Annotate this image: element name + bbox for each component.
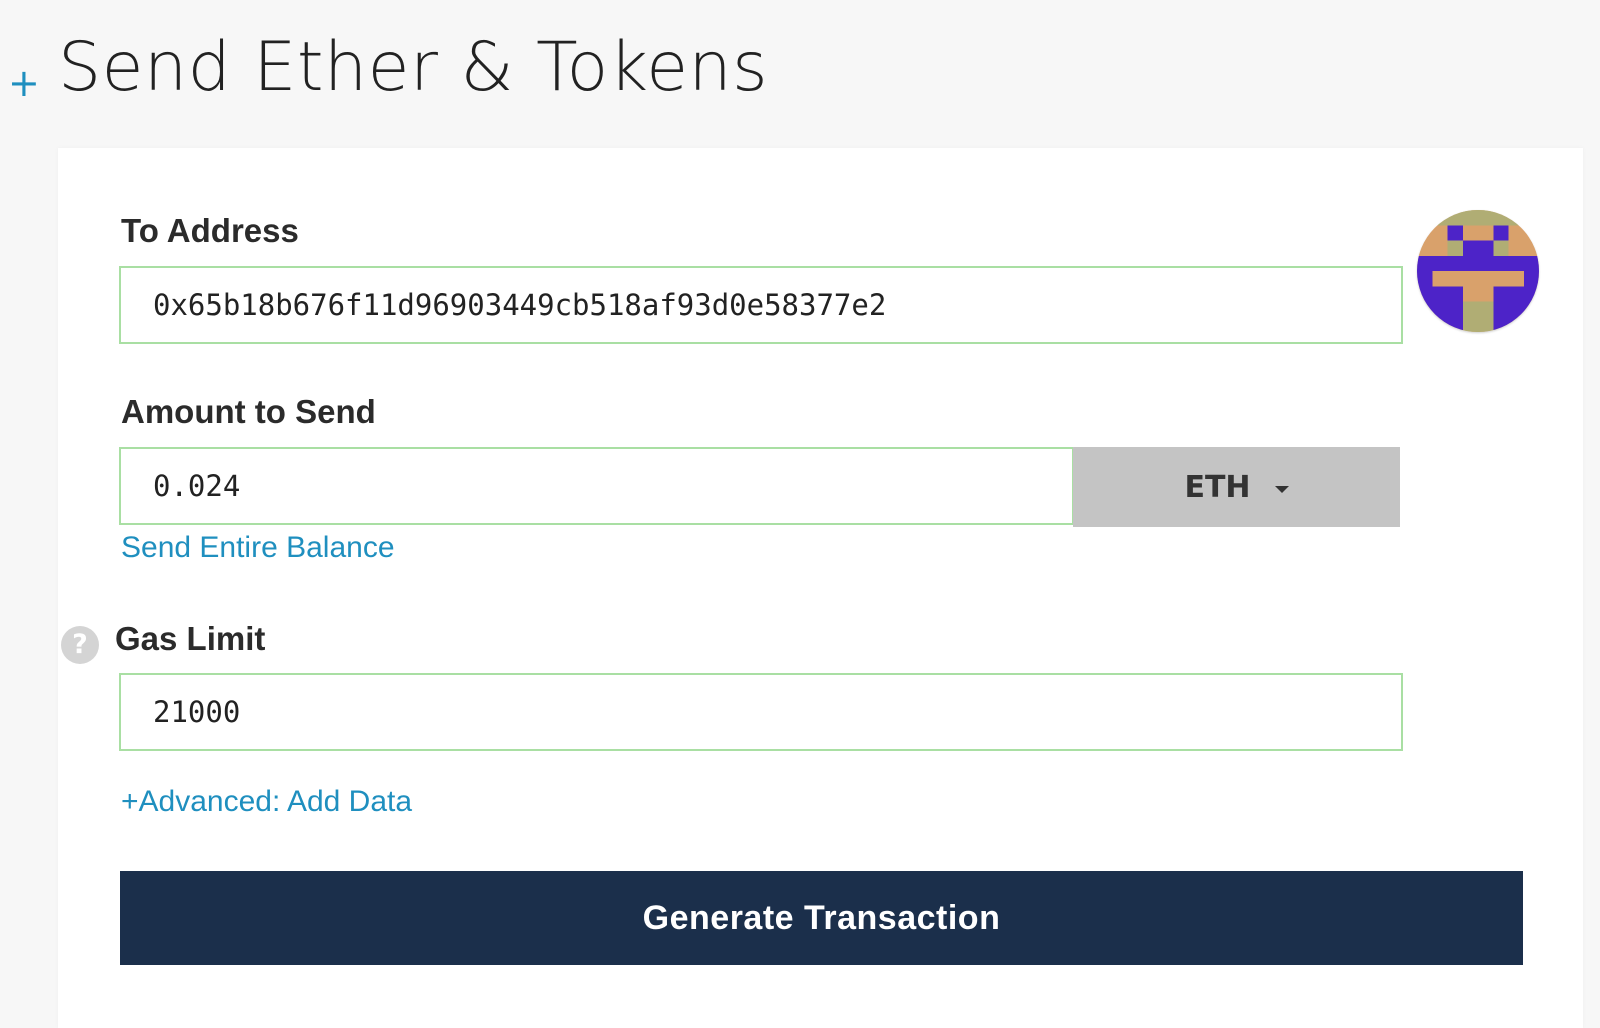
page-title: Send Ether & Tokens: [58, 28, 769, 107]
amount-input[interactable]: [119, 447, 1074, 525]
to-address-label: To Address: [121, 212, 299, 249]
currency-dropdown[interactable]: ETH: [1073, 447, 1400, 527]
advanced-add-data-link[interactable]: +Advanced: Add Data: [121, 785, 412, 819]
address-identicon: [1417, 210, 1539, 332]
gas-limit-input[interactable]: [119, 673, 1403, 751]
page-header: + Send Ether & Tokens: [0, 18, 1000, 128]
help-icon[interactable]: ?: [61, 626, 99, 664]
collapse-plus-icon[interactable]: +: [8, 64, 40, 102]
currency-dropdown-label: ETH: [1184, 469, 1251, 505]
generate-transaction-button[interactable]: Generate Transaction: [120, 871, 1523, 965]
send-entire-balance-link[interactable]: Send Entire Balance: [121, 531, 395, 565]
amount-label: Amount to Send: [121, 393, 376, 430]
gas-limit-label: Gas Limit: [115, 620, 266, 657]
to-address-input[interactable]: [119, 266, 1403, 344]
caret-down-icon: [1274, 485, 1289, 493]
